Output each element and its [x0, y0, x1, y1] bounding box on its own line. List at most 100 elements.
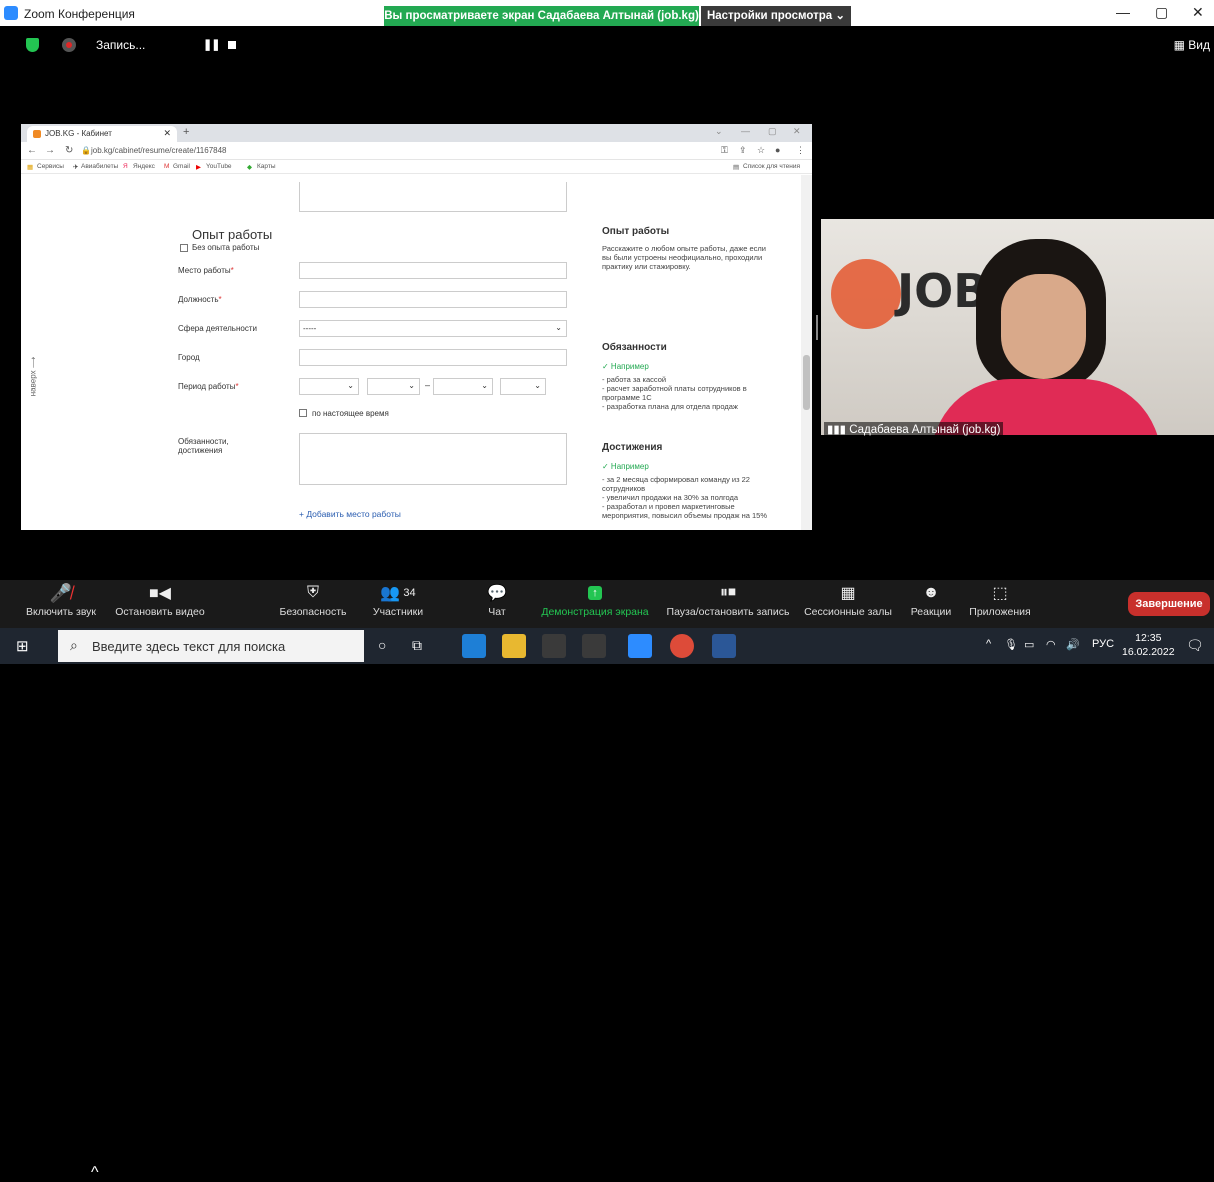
breakout-rooms-button[interactable]: ▦ Сессионные залы — [800, 580, 896, 628]
unmute-button[interactable]: 🎤̸ Включить звук — [20, 580, 102, 628]
taskbar-clock[interactable]: 12:35 16.02.2022 — [1122, 631, 1175, 659]
start-month-select[interactable]: ⌄ — [299, 378, 359, 395]
city-input[interactable] — [299, 349, 567, 366]
back-icon[interactable]: ← — [27, 145, 37, 156]
workplace-input[interactable] — [299, 262, 567, 279]
end-month-select[interactable]: ⌄ — [433, 378, 493, 395]
reload-icon[interactable]: ↻ — [65, 145, 73, 156]
word-icon[interactable] — [712, 634, 736, 658]
tab-search-icon[interactable]: ⌄ — [715, 126, 723, 137]
close-button[interactable]: ✕ — [1192, 4, 1204, 21]
zoom-app-icon — [4, 6, 18, 20]
cortana-icon[interactable]: ○ — [378, 637, 386, 653]
duties-textarea[interactable] — [299, 433, 567, 485]
participants-button[interactable]: 👥 34 Участники — [360, 580, 436, 628]
no-experience-checkbox[interactable] — [180, 244, 188, 252]
task-view-icon[interactable]: ⧉ — [412, 637, 422, 654]
end-year-select[interactable]: ⌄ — [500, 378, 546, 395]
browser-close-icon[interactable]: ✕ — [793, 126, 801, 137]
security-button[interactable]: ⛨ Безопасность — [268, 580, 358, 628]
reactions-button[interactable]: ☻ Реакции — [906, 580, 956, 628]
browser-restore-icon[interactable]: ▢ — [768, 126, 777, 137]
taskbar-search[interactable]: ⌕ Введите здесь текст для поиска — [58, 630, 364, 662]
reading-list[interactable]: Список для чтения — [743, 163, 800, 170]
start-year-select[interactable]: ⌄ — [367, 378, 420, 395]
muted-mic-icon: 🎤̸ — [49, 582, 73, 603]
share-screen-icon: ↑ — [536, 580, 654, 606]
bookmark-avia[interactable]: Авиабилеты — [81, 163, 118, 170]
mail-icon[interactable] — [582, 634, 606, 658]
stop-record-icon[interactable] — [228, 41, 236, 49]
zoom-taskbar-icon[interactable] — [628, 634, 652, 658]
profile-icon[interactable]: ● — [775, 145, 780, 155]
view-button[interactable]: ▦ Вид — [1174, 38, 1210, 52]
audio-options-caret[interactable]: ^ — [91, 1164, 99, 1182]
participant-video[interactable]: JOB. — [821, 219, 1214, 435]
sphere-label: Сфера деятельности — [178, 324, 257, 333]
minimize-button[interactable]: — — [1116, 4, 1130, 20]
tray-up-icon[interactable]: ^ — [986, 638, 991, 650]
share-screen-button[interactable]: ↑ Демонстрация экрана — [536, 580, 654, 628]
chevron-down-icon: ⌄ — [534, 381, 541, 390]
apps-grid-icon: ▦ — [27, 164, 34, 171]
bookmark-maps[interactable]: Карты — [257, 163, 276, 170]
url-field[interactable]: job.kg/cabinet/resume/create/1167848 — [91, 146, 227, 155]
hint-experience-text: Расскажите о любом опыте работы, даже ес… — [602, 244, 766, 271]
key-icon[interactable]: ⚿ — [721, 145, 728, 156]
browser-tab-strip: JOB.KG - Кабинет ✕ + ⌄ — ▢ ✕ — [21, 124, 812, 142]
notifications-icon[interactable]: 🗨 — [1186, 637, 1204, 654]
apps-icon: ⬚ — [992, 585, 1008, 602]
bookmarks-bar: ▦ Сервисы ✈ Авиабилеты Я Яндекс M Gmail … — [21, 160, 812, 174]
panel-splitter[interactable] — [816, 315, 818, 340]
bookmark-gmail[interactable]: Gmail — [173, 163, 190, 170]
add-workplace-link[interactable]: + Добавить место работы — [299, 509, 401, 519]
sphere-select[interactable]: ----- ⌄ — [299, 320, 567, 337]
tab-close-icon[interactable]: ✕ — [163, 128, 171, 139]
stop-video-button[interactable]: ■◀ Остановить видео — [110, 580, 210, 628]
record-dot-icon — [62, 38, 76, 52]
security-shield-icon[interactable] — [26, 38, 39, 52]
windows-start-icon[interactable]: ⊞ — [16, 637, 29, 655]
browser-menu-icon[interactable]: ⋮ — [796, 145, 805, 156]
edge-icon[interactable] — [462, 634, 486, 658]
browser-tab[interactable]: JOB.KG - Кабинет ✕ — [27, 126, 177, 142]
present-checkbox[interactable] — [299, 409, 307, 417]
back-to-top-link[interactable]: наверх ⟶ — [28, 357, 37, 397]
bookmark-yandex[interactable]: Яндекс — [133, 163, 155, 170]
view-settings-button[interactable]: Настройки просмотра ⌄ — [701, 6, 851, 26]
mic-tray-icon: 🎙 — [1004, 639, 1018, 651]
bookmark-youtube[interactable]: YouTube — [206, 163, 232, 170]
bookmark-star-icon[interactable]: ☆ — [757, 145, 765, 156]
new-tab-icon[interactable]: + — [183, 126, 189, 138]
youtube-icon: ▶ — [196, 164, 201, 171]
language-indicator[interactable]: РУС — [1092, 638, 1114, 650]
bookmark-services[interactable]: Сервисы — [37, 163, 64, 170]
store-icon[interactable] — [542, 634, 566, 658]
maps-icon: ◆ — [247, 164, 252, 171]
participant-face — [1001, 274, 1086, 379]
reading-list-icon: ▤ — [733, 164, 740, 171]
share-icon[interactable]: ⇪ — [739, 145, 747, 156]
end-meeting-button[interactable]: Завершение — [1128, 592, 1210, 616]
previous-textarea[interactable] — [299, 182, 567, 212]
pause-record-icon[interactable]: ❚❚ — [203, 38, 220, 51]
browser-minimize-icon[interactable]: — — [741, 126, 750, 136]
forward-icon[interactable]: → — [45, 145, 55, 156]
chevron-down-icon: ⌄ — [408, 381, 415, 390]
page-scrollbar[interactable] — [801, 175, 812, 530]
volume-icon[interactable]: 🔊 — [1066, 638, 1080, 651]
scrollbar-thumb[interactable] — [803, 355, 810, 410]
windows-taskbar: ⊞ ⌕ Введите здесь текст для поиска ○ ⧉ ^… — [0, 628, 1214, 664]
file-explorer-icon[interactable] — [502, 634, 526, 658]
chrome-icon[interactable] — [670, 634, 694, 658]
duties-example-label: ✓ Например — [602, 362, 649, 371]
pause-record-button[interactable]: ⏸⏹ Пауза/остановить запись — [660, 580, 796, 628]
city-label: Город — [178, 353, 200, 362]
position-input[interactable] — [299, 291, 567, 308]
section-title: Опыт работы — [192, 227, 273, 242]
chat-button[interactable]: 💬 Чат — [474, 580, 520, 628]
restore-button[interactable]: ▢ — [1155, 4, 1168, 21]
window-title: Zoom Конференция — [24, 7, 135, 21]
address-bar-row: ← → ↻ 🔒 job.kg/cabinet/resume/create/116… — [21, 142, 812, 160]
apps-button[interactable]: ⬚ Приложения — [960, 580, 1040, 628]
